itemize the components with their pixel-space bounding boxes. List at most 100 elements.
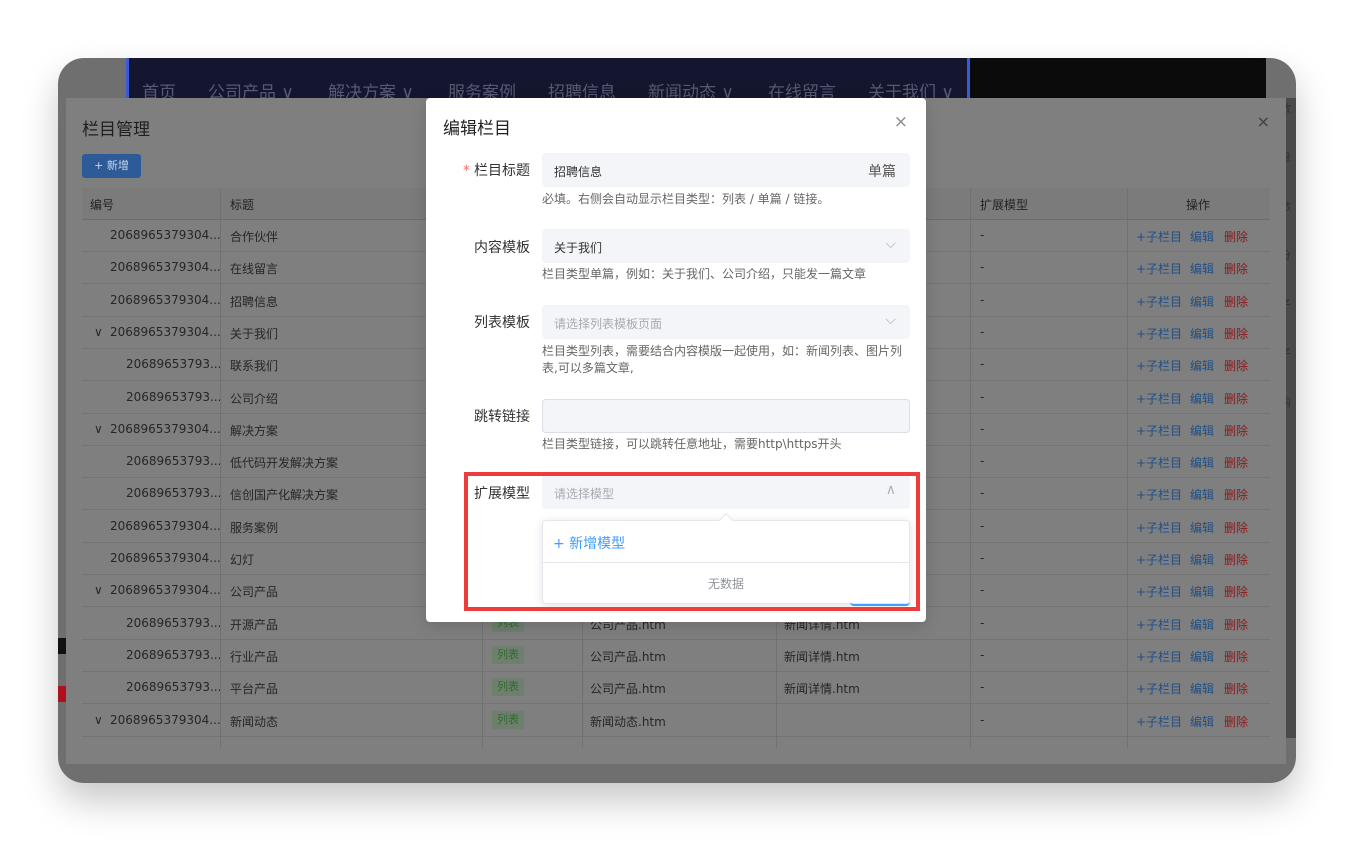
row-model: - <box>980 454 985 469</box>
delete-button[interactable]: 删除 <box>1224 293 1248 310</box>
row-title: 低代码开发解决方案 <box>230 456 339 471</box>
add-child-button[interactable]: +子栏目 <box>1136 293 1182 310</box>
delete-button[interactable]: 删除 <box>1224 260 1248 277</box>
edit-button[interactable]: 编辑 <box>1190 680 1214 697</box>
expand-toggle-icon[interactable]: ∨ <box>94 325 103 339</box>
row-id: 20689653793... <box>126 615 222 630</box>
add-child-button[interactable]: +子栏目 <box>1136 357 1182 374</box>
row-title: 开源产品 <box>230 617 279 632</box>
edit-button[interactable]: 编辑 <box>1190 454 1214 471</box>
delete-button[interactable]: 删除 <box>1224 583 1248 600</box>
row-detail-template: 新闻详情.htm <box>784 649 860 664</box>
add-child-button[interactable]: +子栏目 <box>1136 551 1182 568</box>
row-id: 2068965379304... <box>110 583 221 598</box>
row-model: - <box>980 486 985 501</box>
row-title: 公司产品 <box>230 585 279 600</box>
row-model: - <box>980 324 985 339</box>
row-model: - <box>980 551 985 565</box>
row-model: - <box>980 583 985 598</box>
delete-button[interactable]: 删除 <box>1224 616 1248 633</box>
delete-button[interactable]: 删除 <box>1224 228 1248 245</box>
delete-button[interactable]: 删除 <box>1224 486 1248 503</box>
content-template-hint: 栏目类型单篇，例如：关于我们、公司介绍，只能发一篇文章 <box>542 267 867 281</box>
delete-button[interactable]: 删除 <box>1224 648 1248 665</box>
edit-button[interactable]: 编辑 <box>1190 357 1214 374</box>
column-divider <box>220 188 221 748</box>
row-id: 2068965379304... <box>110 260 221 275</box>
edit-button[interactable]: 编辑 <box>1190 422 1214 439</box>
add-child-button[interactable]: +子栏目 <box>1136 583 1182 600</box>
row-title: 公司介绍 <box>230 391 279 406</box>
delete-button[interactable]: 删除 <box>1224 422 1248 439</box>
edit-button[interactable]: 编辑 <box>1190 648 1214 665</box>
edit-button[interactable]: 编辑 <box>1190 616 1214 633</box>
list-template-select[interactable]: 请选择列表模板页面 ⌵ <box>542 305 910 339</box>
edit-button[interactable]: 编辑 <box>1190 260 1214 277</box>
column-title-input[interactable]: 招聘信息 单篇 <box>542 153 910 187</box>
edit-button[interactable]: 编辑 <box>1190 325 1214 342</box>
content-template-select[interactable]: 关于我们 ⌵ <box>542 229 910 263</box>
table-row: ∨ 2068965379304... 新闻动态 列表 新闻动态.htm - +子栏目 编辑 删除 <box>82 705 1270 737</box>
row-title: 解决方案 <box>230 423 279 438</box>
row-model: - <box>980 615 985 630</box>
delete-button[interactable]: 删除 <box>1224 551 1248 568</box>
delete-button[interactable]: 删除 <box>1224 680 1248 697</box>
expand-toggle-icon[interactable]: ∨ <box>94 583 103 597</box>
edit-button[interactable]: 编辑 <box>1190 486 1214 503</box>
edit-button[interactable]: 编辑 <box>1190 228 1214 245</box>
row-title: 合作伙伴 <box>230 230 279 244</box>
add-child-button[interactable]: +子栏目 <box>1136 486 1182 503</box>
row-id: 20689653793... <box>126 680 222 695</box>
required-asterisk: * <box>463 163 470 179</box>
add-child-button[interactable]: +子栏目 <box>1136 519 1182 536</box>
row-model: - <box>980 647 985 662</box>
edit-button[interactable]: 编辑 <box>1190 713 1214 730</box>
row-id: 20689653793... <box>126 357 222 372</box>
column-title-hint: 必填。右侧会自动显示栏目类型：列表 / 单篇 / 链接。 <box>542 192 830 206</box>
row-model: - <box>980 421 985 436</box>
add-child-button[interactable]: +子栏目 <box>1136 616 1182 633</box>
delete-button[interactable]: 删除 <box>1224 519 1248 536</box>
add-child-button[interactable]: +子栏目 <box>1136 454 1182 471</box>
row-id: 20689653793... <box>126 454 222 469</box>
edit-button[interactable]: 编辑 <box>1190 293 1214 310</box>
delete-button[interactable]: 删除 <box>1224 454 1248 471</box>
delete-button[interactable]: 删除 <box>1224 357 1248 374</box>
edit-button[interactable]: 编辑 <box>1190 519 1214 536</box>
delete-button[interactable]: 删除 <box>1224 713 1248 730</box>
row-model: - <box>980 680 985 695</box>
close-icon[interactable]: × <box>1257 112 1270 131</box>
column-header-title: 标题 <box>230 198 255 212</box>
delete-button[interactable]: 删除 <box>1224 325 1248 342</box>
add-child-button[interactable]: +子栏目 <box>1136 260 1182 277</box>
edit-button[interactable]: 编辑 <box>1190 583 1214 600</box>
add-child-button[interactable]: +子栏目 <box>1136 390 1182 407</box>
row-title: 关于我们 <box>230 326 279 341</box>
column-divider <box>970 188 971 748</box>
delete-button[interactable]: 删除 <box>1224 390 1248 407</box>
add-child-button[interactable]: +子栏目 <box>1136 228 1182 245</box>
expand-toggle-icon[interactable]: ∨ <box>94 422 103 436</box>
dialog-title: 栏目管理 <box>82 120 150 140</box>
close-icon[interactable]: × <box>894 112 908 132</box>
redirect-link-input[interactable] <box>542 399 910 433</box>
add-child-button[interactable]: +子栏目 <box>1136 422 1182 439</box>
add-column-button[interactable]: + 新增 <box>82 154 141 178</box>
row-title: 平台产品 <box>230 682 279 697</box>
column-type-badge: 单篇 <box>868 164 896 180</box>
row-model: - <box>980 228 985 242</box>
row-title: 信创国产化解决方案 <box>230 488 339 503</box>
background-side-strip <box>1286 98 1296 738</box>
edit-button[interactable]: 编辑 <box>1190 390 1214 407</box>
column-title-label: * 栏目标题 <box>463 163 530 179</box>
expand-toggle-icon[interactable]: ∨ <box>94 713 103 727</box>
edit-button[interactable]: 编辑 <box>1190 551 1214 568</box>
add-child-button[interactable]: +子栏目 <box>1136 325 1182 342</box>
content-template-label: 内容模板 <box>474 240 530 256</box>
add-child-button[interactable]: +子栏目 <box>1136 680 1182 697</box>
row-title: 行业产品 <box>230 649 279 664</box>
row-id: 2068965379304... <box>110 712 221 727</box>
type-tag: 列表 <box>492 678 524 697</box>
add-child-button[interactable]: +子栏目 <box>1136 713 1182 730</box>
add-child-button[interactable]: +子栏目 <box>1136 648 1182 665</box>
